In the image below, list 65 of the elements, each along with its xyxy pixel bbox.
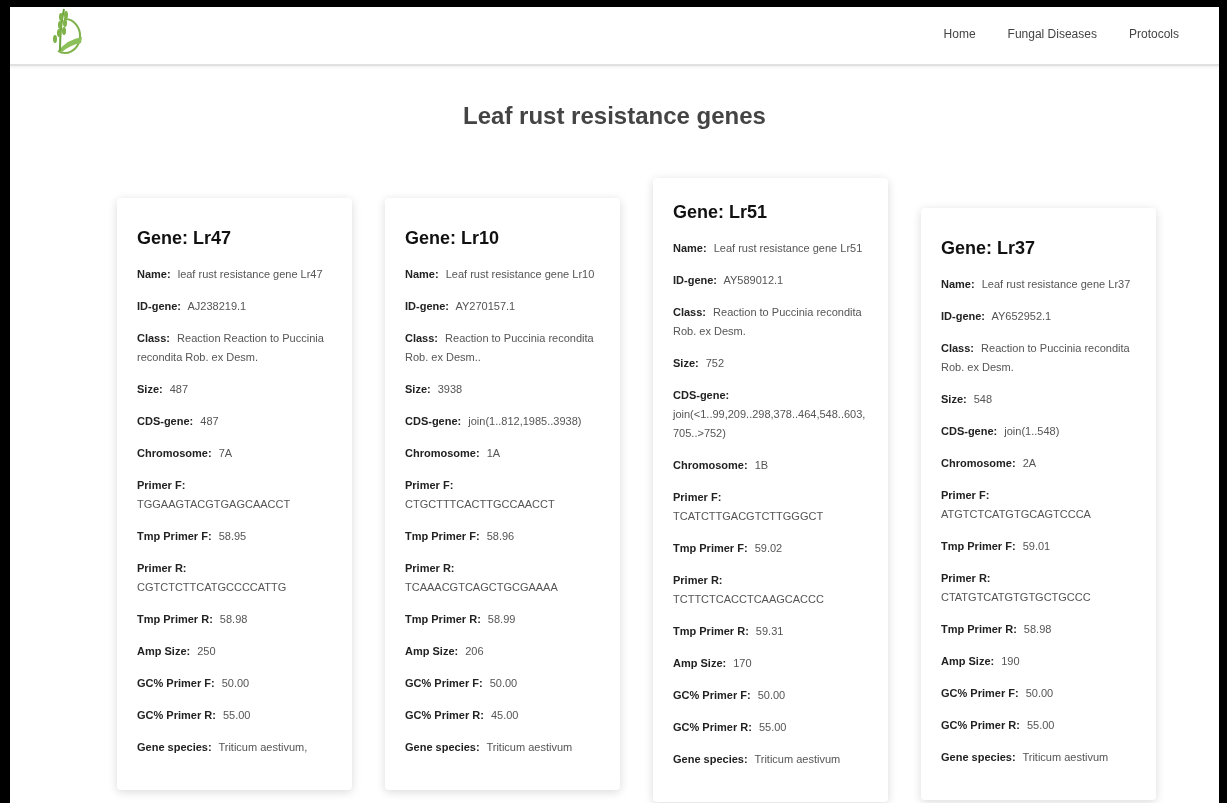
gene-field: GC% Primer R: 55.00	[673, 718, 868, 737]
gene-field: Size: 548	[941, 390, 1136, 409]
gene-field: ID-gene: AY270157.1	[405, 297, 600, 316]
gene-field: ID-gene: AY652952.1	[941, 307, 1136, 326]
gene-field: Tmp Primer R: 58.98	[137, 610, 332, 629]
nav-link[interactable]: Home	[943, 26, 976, 41]
gene-field: Tmp Primer R: 58.98	[941, 620, 1136, 639]
gene-field: Primer F: CTGCTTTCACTTGCCAACCT	[405, 476, 600, 514]
gene-field: Size: 487	[137, 380, 332, 399]
gene-field: Chromosome: 2A	[941, 454, 1136, 473]
gene-field: Class: Reaction to Puccinia recondita Rob. ex Desm.	[673, 303, 868, 341]
gene-field: Gene species: Triticum aestivum	[405, 738, 600, 757]
gene-title: Gene: Lr10	[405, 228, 501, 249]
gene-field: Size: 752	[673, 354, 868, 373]
gene-field: Primer F: TGGAAGTACGTGAGCAACCT	[137, 476, 332, 514]
gene-field: GC% Primer R: 55.00	[941, 716, 1136, 735]
nav-link[interactable]: Fungal Diseases	[1007, 26, 1097, 41]
gene-field: GC% Primer F: 50.00	[137, 674, 332, 693]
gene-field: Gene species: Triticum aestivum,	[137, 738, 332, 757]
gene-field: Tmp Primer F: 59.02	[673, 539, 868, 558]
gene-field: GC% Primer R: 45.00	[405, 706, 600, 725]
gene-field: Name: Leaf rust resistance gene Lr51	[673, 239, 868, 258]
gene-title: Gene: Lr47	[137, 228, 233, 249]
gene-title: Gene: Lr37	[941, 238, 1037, 259]
gene-field: Primer R: TCAAACGTCAGCTGCGAAAA	[405, 559, 600, 597]
gene-field: Name: leaf rust resistance gene Lr47	[137, 265, 332, 284]
gene-field: Gene species: Triticum aestivum	[941, 748, 1136, 767]
gene-field: Amp Size: 170	[673, 654, 868, 673]
page-title: Leaf rust resistance genes	[462, 102, 767, 130]
gene-field: GC% Primer F: 50.00	[941, 684, 1136, 703]
gene-field: Class: Reaction to Puccinia recondita Rob. ex Desm.	[941, 339, 1136, 377]
gene-field: Chromosome: 7A	[137, 444, 332, 463]
gene-field: Tmp Primer F: 59.01	[941, 537, 1136, 556]
gene-field: Gene species: Triticum aestivum	[673, 750, 868, 769]
gene-field: Size: 3938	[405, 380, 600, 399]
gene-field: Tmp Primer F: 58.96	[405, 527, 600, 546]
gene-field: Tmp Primer F: 58.95	[137, 527, 332, 546]
gene-field: Chromosome: 1B	[673, 456, 868, 475]
gene-field: Amp Size: 206	[405, 642, 600, 661]
gene-field: CDS-gene: 487	[137, 412, 332, 431]
gene-field: Tmp Primer R: 59.31	[673, 622, 868, 641]
gene-field: Name: Leaf rust resistance gene Lr37	[941, 275, 1136, 294]
gene-field: Chromosome: 1A	[405, 444, 600, 463]
gene-title: Gene: Lr51	[673, 202, 769, 223]
gene-field: Tmp Primer R: 58.99	[405, 610, 600, 629]
gene-field: Amp Size: 250	[137, 642, 332, 661]
gene-field: CDS-gene: join(1..812,1985..3938)	[405, 412, 600, 431]
gene-field: GC% Primer R: 55.00	[137, 706, 332, 725]
gene-field: CDS-gene: join(<1..99,209..298,378..464,548..603,705..>752)	[673, 386, 868, 443]
gene-field: Class: Reaction to Puccinia recondita Rob. ex Desm..	[405, 329, 600, 367]
wheat-logo[interactable]	[50, 7, 84, 55]
gene-field: Primer R: TCTTCTCACCTCAAGCACCC	[673, 571, 868, 609]
gene-field: CDS-gene: join(1..548)	[941, 422, 1136, 441]
nav-link[interactable]: Protocols	[1128, 26, 1179, 41]
gene-field: Primer F: TCATCTTGACGTCTTGGGCT	[673, 488, 868, 526]
gene-field: GC% Primer F: 50.00	[405, 674, 600, 693]
gene-field: Amp Size: 190	[941, 652, 1136, 671]
gene-field: Primer F: ATGTCTCATGTGCAGTCCCA	[941, 486, 1136, 524]
gene-field: ID-gene: AJ238219.1	[137, 297, 332, 316]
gene-field: Primer R: CGTCTCTTCATGCCCCATTG	[137, 559, 332, 597]
gene-field: Primer R: CTATGTCATGTGTGCTGCCC	[941, 569, 1136, 607]
gene-field: ID-gene: AY589012.1	[673, 271, 868, 290]
gene-field: Name: Leaf rust resistance gene Lr10	[405, 265, 600, 284]
gene-field: GC% Primer F: 50.00	[673, 686, 868, 705]
gene-field: Class: Reaction Reaction to Puccinia recondita Rob. ex Desm.	[137, 329, 332, 367]
